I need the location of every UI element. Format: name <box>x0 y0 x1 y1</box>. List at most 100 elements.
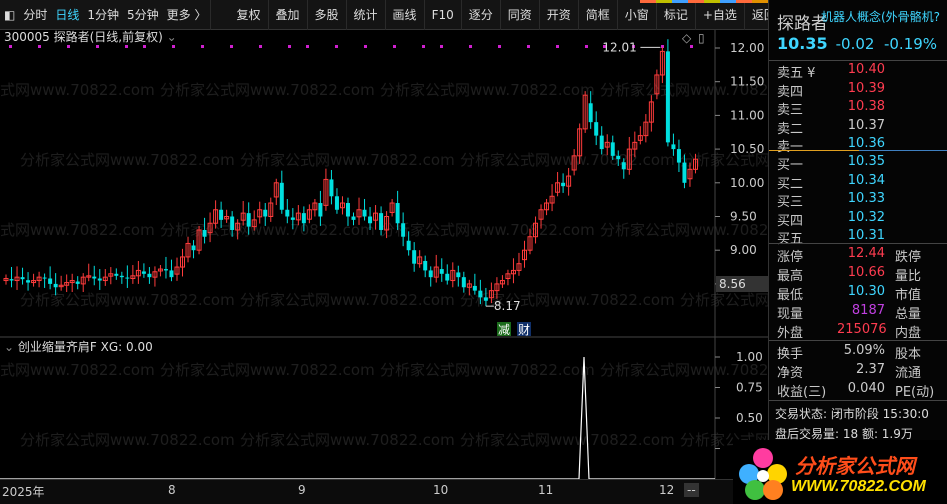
candle-body <box>329 179 334 197</box>
indicator-y-label: 0.50 <box>736 411 763 425</box>
toolbar-item-2[interactable]: 1分钟 <box>83 0 123 30</box>
quote-value: 10.38 <box>847 99 885 114</box>
flower-logo-icon <box>739 448 787 500</box>
candle-body <box>483 297 488 301</box>
signal-dot <box>364 45 367 48</box>
quote-value: 10.32 <box>847 209 885 225</box>
quote-label: 内盘 <box>895 326 922 341</box>
watermark: 分析家公式网www.70822.com <box>160 361 375 379</box>
signal-dot <box>288 45 291 48</box>
quote-value: 215076 <box>837 322 887 337</box>
toolbar-item-12[interactable]: 同资 <box>501 0 540 30</box>
candle-body <box>53 283 58 288</box>
quote-value: 8187 <box>851 303 885 318</box>
y-tick-label: 9.00 <box>730 243 757 257</box>
quote-label: 净资 <box>777 366 804 381</box>
toolbar-item-8[interactable]: 统计 <box>347 0 386 30</box>
chart-area[interactable]: 分析家公式网www.70822.com 分析家公式网www.70822.com 分析… <box>0 0 768 480</box>
candle-body <box>379 213 384 230</box>
watermark: 分析家公式网www.70822.com <box>600 221 768 239</box>
quote-value: 5.09% <box>843 343 885 358</box>
signal-dot <box>143 45 146 48</box>
candle-body <box>561 182 566 187</box>
toolbar-item-1[interactable]: 日线 <box>51 0 83 30</box>
quote-label: 收益(三) <box>777 385 827 400</box>
toolbar-item-3[interactable]: 5分钟 <box>123 0 163 30</box>
quote-row: 涨停 12.44 跌停 <box>777 246 921 265</box>
candle-body <box>163 269 168 271</box>
toolbar-item-17[interactable]: +自选 <box>696 0 745 30</box>
candle-body <box>439 269 444 274</box>
candle-body <box>147 273 152 278</box>
toolbar-item-0[interactable]: 分时 <box>19 0 51 30</box>
toolbar-item-11[interactable]: 逐分 <box>462 0 501 30</box>
quote-value: 2.37 <box>856 362 885 377</box>
toolbar-item-10[interactable]: F10 <box>425 0 462 30</box>
watermark: 分析家公式网www.70822.com <box>240 291 455 309</box>
toolbar-item-16[interactable]: 标记 <box>657 0 696 30</box>
logo: 分析家公式网 WWW.70822.COM <box>733 440 947 504</box>
candle-body <box>401 223 406 237</box>
high-label: 12.01 <box>602 40 636 54</box>
quote-label: 卖一 <box>777 140 804 155</box>
quote-label: 现量 <box>777 307 804 322</box>
chart-title[interactable]: 300005 探路者(日线,前复权) ⌄ <box>4 28 177 45</box>
watermark: 分析家公式网www.70822.com <box>0 361 155 379</box>
panel-toggle-icon[interactable]: ◧ <box>0 0 19 30</box>
watermark: 分析家公式网www.70822.com <box>380 81 595 99</box>
indicator-y-label: 1.00 <box>736 350 763 364</box>
toolbar-item-5[interactable]: 复权 <box>229 0 269 30</box>
toolbar-item-7[interactable]: 多股 <box>308 0 347 30</box>
toolbar-item-14[interactable]: 简框 <box>579 0 618 30</box>
candle-body <box>48 278 53 284</box>
watermark: 分析家公式网www.70822.com <box>240 431 455 449</box>
candle-body <box>97 278 102 281</box>
candle-body <box>616 155 621 160</box>
signal-dot <box>335 45 338 48</box>
toolbar-item-15[interactable]: 小窗 <box>618 0 657 30</box>
watermark: 分析家公式网www.70822.com <box>380 221 595 239</box>
toolbar-item-6[interactable]: 叠加 <box>269 0 308 30</box>
quote-row: 换手 5.09% 股本 <box>777 343 921 362</box>
dropdown-icon[interactable]: ⌄ <box>167 30 177 44</box>
toolbar-item-13[interactable]: 开资 <box>540 0 579 30</box>
candle-body <box>412 250 417 264</box>
candle-body <box>26 280 31 283</box>
watermark: 分析家公式网www.70822.com <box>20 151 235 169</box>
watermark: 分析家公式网www.70822.com <box>20 431 235 449</box>
candle-body <box>395 203 400 224</box>
candle-body <box>285 209 290 217</box>
signal-dot <box>96 45 99 48</box>
candle-body <box>682 162 687 183</box>
candle-body <box>230 216 235 230</box>
quote-label: 市值 <box>895 288 922 303</box>
quote-label: 卖二 <box>777 121 804 137</box>
quote-value: 10.40 <box>847 62 885 77</box>
y-tick-label: 10.00 <box>730 176 764 190</box>
toolbar-item-9[interactable]: 画线 <box>386 0 425 30</box>
quote-label: 买一 <box>777 158 804 173</box>
watermark: 分析家公式网www.70822.com <box>0 81 155 99</box>
badge-finance-text: 财 <box>518 323 530 337</box>
candle-body <box>202 229 207 237</box>
quote-label: 最低 <box>777 288 804 303</box>
y-tick-label: 9.50 <box>730 210 757 224</box>
watermark: 分析家公式网www.70822.com <box>380 361 595 379</box>
quote-label: 卖四 <box>777 84 804 100</box>
badge-reduce-text: 减 <box>498 323 510 337</box>
x-label: 11 <box>538 483 554 497</box>
candle-body <box>461 277 466 288</box>
concept-link[interactable]: 机器人概念(外骨骼机? <box>821 8 940 25</box>
candle-body <box>665 51 670 143</box>
quote-row: 买四 10.32 <box>777 209 885 229</box>
candle-body <box>368 216 373 224</box>
quote-value: 10.37 <box>847 117 885 133</box>
watermark: 分析家公式网www.70822.com <box>160 221 375 239</box>
quote-row: 卖三 10.38 <box>777 99 885 118</box>
dropdown-icon[interactable]: ⌄ <box>4 340 14 354</box>
quote-value: 10.35 <box>847 154 885 169</box>
toolbar-item-4[interactable]: 更多 〉 <box>163 0 212 30</box>
x-axis-end-button[interactable]: -- <box>684 483 699 497</box>
y-tick-label: 10.50 <box>730 142 764 156</box>
indicator-title[interactable]: ⌄ 创业缩量齐肩F XG: 0.00 <box>4 338 153 355</box>
